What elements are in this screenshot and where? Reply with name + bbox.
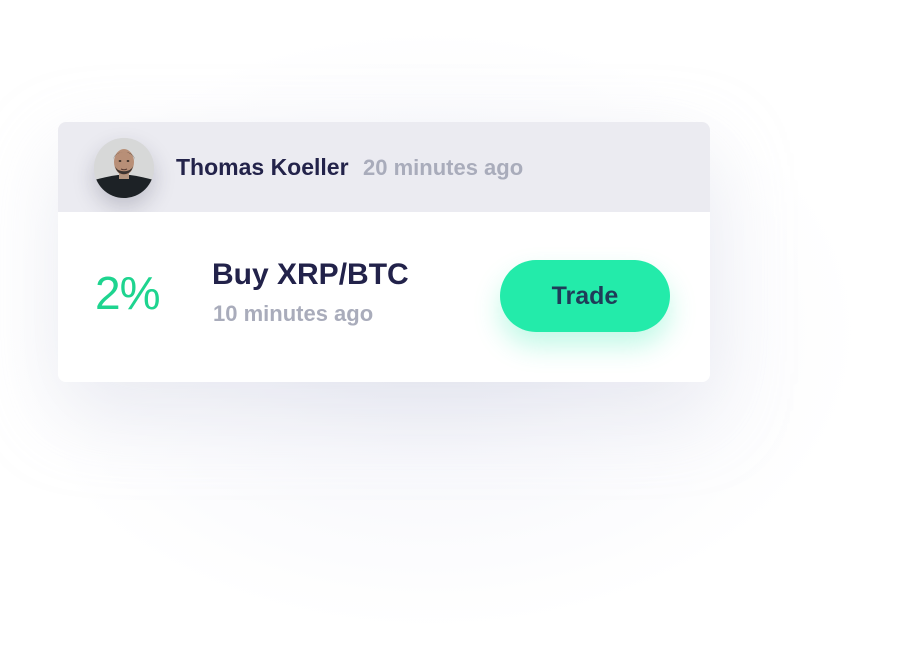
card-header: Thomas Koeller 20 minutes ago xyxy=(58,122,710,212)
trade-pair-title: Buy XRP/BTC xyxy=(212,258,409,291)
user-name: Thomas Koeller xyxy=(176,154,349,180)
trade-activity-card: Thomas Koeller 20 minutes ago 2% Buy XRP… xyxy=(58,122,710,382)
percent-change: 2% xyxy=(95,267,160,319)
trade-button[interactable]: Trade xyxy=(500,260,670,332)
trade-time: 10 minutes ago xyxy=(213,301,374,326)
user-avatar[interactable] xyxy=(94,138,154,198)
card-body: 2% Buy XRP/BTC 10 minutes ago Trade xyxy=(58,212,710,382)
user-photo-icon xyxy=(94,138,154,198)
posted-time: 20 minutes ago xyxy=(363,155,524,180)
